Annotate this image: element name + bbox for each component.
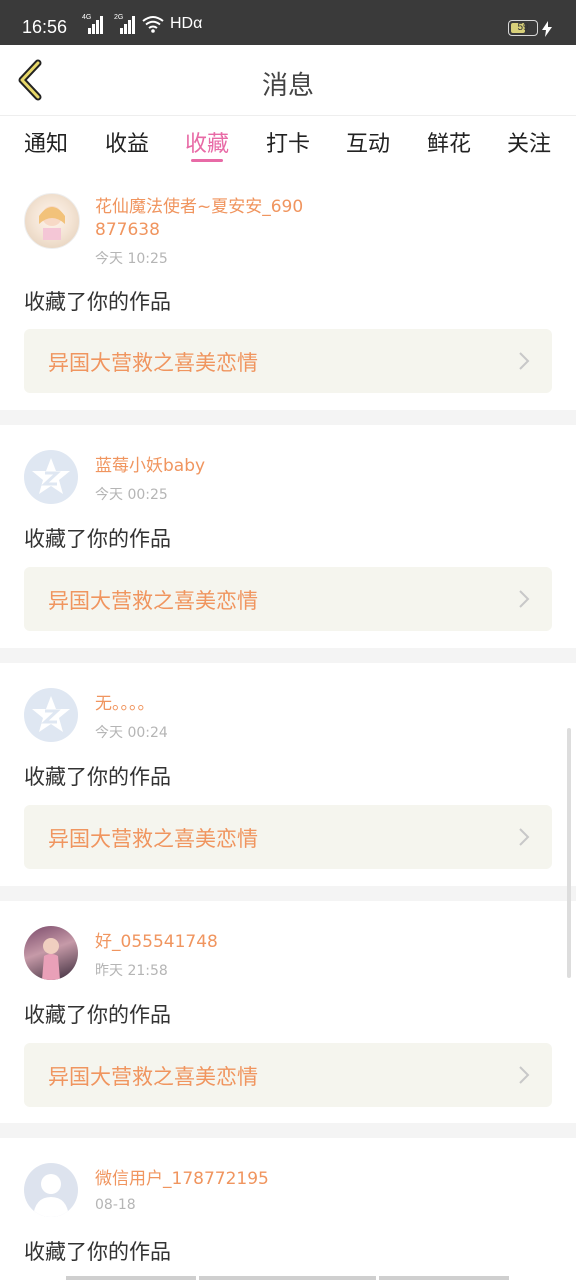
home-indicator bbox=[379, 1276, 509, 1280]
home-indicator bbox=[66, 1276, 196, 1280]
list-item: 好_055541748 昨天 21:58 收藏了你的作品 异国大营救之喜美恋情 bbox=[0, 901, 576, 1123]
status-time: 16:56 bbox=[22, 17, 68, 37]
user-name[interactable]: 蓝莓小妖baby bbox=[95, 455, 305, 478]
user-name[interactable]: 花仙魔法使者~夏安安_690877638 bbox=[95, 196, 305, 242]
tab-favorites[interactable]: 收藏 bbox=[185, 126, 229, 158]
work-link[interactable]: 异国大营救之喜美恋情 bbox=[24, 567, 552, 631]
timestamp: 08-18 bbox=[95, 1197, 136, 1213]
work-link[interactable]: 异国大营救之喜美恋情 bbox=[24, 329, 552, 393]
tab-bar: 通知 收益 收藏 打卡 互动 鲜花 关注 bbox=[0, 116, 576, 168]
action-text: 收藏了你的作品 bbox=[24, 527, 171, 551]
wifi-icon bbox=[142, 16, 164, 33]
timestamp: 今天 00:24 bbox=[95, 725, 168, 741]
default-avatar-icon bbox=[32, 696, 70, 732]
scrollbar[interactable] bbox=[567, 728, 571, 978]
chevron-right-icon bbox=[519, 352, 530, 370]
default-person-icon bbox=[33, 1174, 69, 1217]
signal-2g-label: 2G bbox=[114, 14, 124, 21]
tab-follow[interactable]: 关注 bbox=[507, 126, 551, 158]
work-link[interactable]: 异国大营救之喜美恋情 bbox=[24, 1043, 552, 1107]
tab-notifications[interactable]: 通知 bbox=[24, 126, 68, 158]
status-bar: 16:56 4G 2G HDα 59 bbox=[0, 0, 576, 45]
chevron-right-icon bbox=[519, 1066, 530, 1084]
list-item: 微信用户_178772195 08-18 收藏了你的作品 bbox=[0, 1138, 576, 1280]
signal-2g-icon: 2G bbox=[114, 14, 136, 34]
chevron-right-icon bbox=[519, 828, 530, 846]
user-name[interactable]: 好_055541748 bbox=[95, 931, 305, 954]
user-avatar[interactable] bbox=[24, 688, 78, 742]
user-avatar[interactable] bbox=[24, 1163, 78, 1217]
timestamp: 昨天 21:58 bbox=[95, 963, 168, 979]
tab-flowers[interactable]: 鲜花 bbox=[427, 126, 471, 158]
divider bbox=[0, 886, 576, 901]
user-avatar[interactable] bbox=[24, 926, 78, 980]
divider bbox=[0, 410, 576, 425]
list-item: 花仙魔法使者~夏安安_690877638 今天 10:25 收藏了你的作品 异国… bbox=[0, 170, 576, 410]
battery-level: 59 bbox=[517, 22, 529, 33]
chevron-right-icon bbox=[519, 590, 530, 608]
status-icons: 4G 2G HDα bbox=[82, 14, 202, 34]
action-text: 收藏了你的作品 bbox=[24, 1240, 171, 1264]
signal-4g-icon: 4G bbox=[82, 14, 104, 34]
work-title: 异国大营救之喜美恋情 bbox=[48, 351, 258, 375]
action-text: 收藏了你的作品 bbox=[24, 765, 171, 789]
user-name[interactable]: 微信用户_178772195 bbox=[95, 1168, 305, 1191]
active-tab-indicator bbox=[191, 159, 223, 162]
timestamp: 今天 00:25 bbox=[95, 487, 168, 503]
tab-interactions[interactable]: 互动 bbox=[346, 126, 390, 158]
signal-4g-label: 4G bbox=[82, 14, 92, 21]
default-avatar-icon bbox=[32, 458, 70, 494]
work-title: 异国大营救之喜美恋情 bbox=[48, 1065, 258, 1089]
action-text: 收藏了你的作品 bbox=[24, 290, 171, 314]
charging-icon bbox=[542, 21, 552, 37]
header: 消息 bbox=[0, 45, 576, 116]
tab-checkin[interactable]: 打卡 bbox=[266, 126, 310, 158]
work-title: 异国大营救之喜美恋情 bbox=[48, 589, 258, 613]
user-avatar[interactable] bbox=[24, 193, 80, 249]
tab-earnings[interactable]: 收益 bbox=[105, 126, 149, 158]
home-indicator bbox=[199, 1276, 376, 1280]
work-title: 异国大营救之喜美恋情 bbox=[48, 827, 258, 851]
divider bbox=[0, 648, 576, 663]
user-avatar[interactable] bbox=[24, 450, 78, 504]
hd-indicator: HDα bbox=[170, 15, 203, 32]
work-link[interactable]: 异国大营救之喜美恋情 bbox=[24, 805, 552, 869]
list-item: 无。。。。 今天 00:24 收藏了你的作品 异国大营救之喜美恋情 bbox=[0, 663, 576, 886]
divider bbox=[0, 1123, 576, 1138]
list-item: 蓝莓小妖baby 今天 00:25 收藏了你的作品 异国大营救之喜美恋情 bbox=[0, 425, 576, 648]
page-title: 消息 bbox=[261, 71, 314, 101]
timestamp: 今天 10:25 bbox=[95, 251, 168, 267]
user-name[interactable]: 无。。。。 bbox=[95, 693, 305, 716]
action-text: 收藏了你的作品 bbox=[24, 1003, 171, 1027]
battery-icon: 59 bbox=[508, 20, 538, 36]
